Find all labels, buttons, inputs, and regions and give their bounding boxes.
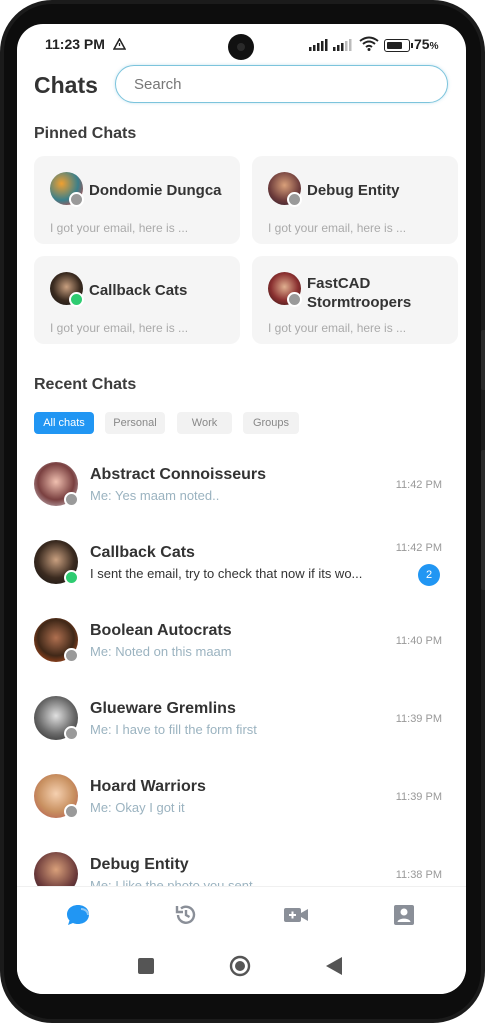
system-nav-bar (17, 944, 466, 994)
status-dot (64, 804, 79, 819)
phone-frame: 11:23 PM 75% Chats Search Pinned Chats D… (0, 0, 485, 1023)
front-camera (228, 34, 254, 60)
status-time: 11:23 PM (45, 36, 105, 52)
chat-name: Debug Entity (90, 856, 189, 873)
pinned-message: I got your email, here is ... (50, 221, 189, 235)
pinned-heading: Pinned Chats (34, 125, 137, 142)
chat-message: Me: Okay I got it (90, 800, 185, 815)
status-dot (287, 292, 302, 307)
chat-message: I sent the email, try to check that now … (90, 566, 363, 581)
status-dot-online (69, 292, 84, 307)
video-call-icon[interactable] (283, 903, 309, 932)
status-dot-online (64, 570, 79, 585)
filter-work[interactable]: Work (177, 412, 232, 434)
chat-name: Hoard Warriors (90, 778, 206, 795)
status-dot (287, 192, 302, 207)
chat-time: 11:39 PM (395, 713, 442, 725)
pinned-card[interactable]: Callback Cats I got your email, here is … (34, 256, 240, 344)
chat-time: 11:38 PM (395, 869, 442, 881)
filter-groups[interactable]: Groups (243, 412, 299, 434)
chat-bubble-icon[interactable] (65, 903, 91, 932)
signal-icon-2 (333, 38, 353, 56)
chat-time: 11:39 PM (395, 791, 442, 803)
recents-icon[interactable] (138, 958, 154, 979)
chat-time: 11:42 PM (395, 479, 442, 491)
signal-icon (309, 38, 329, 56)
alarm-icon (112, 37, 127, 55)
unread-badge: 2 (418, 564, 440, 586)
chat-row[interactable]: Hoard Warriors Me: Okay I got it 11:39 P… (34, 774, 444, 844)
chat-time: 11:40 PM (395, 635, 442, 647)
chat-row[interactable]: Boolean Autocrats Me: Noted on this maam… (34, 618, 444, 688)
status-bar: 11:23 PM 75% (17, 24, 466, 64)
status-dot (64, 492, 79, 507)
pinned-name: FastCAD Stormtroopers (307, 275, 412, 311)
tab-bar (17, 886, 466, 945)
battery-icon (384, 39, 413, 52)
contact-icon[interactable] (393, 903, 415, 932)
chat-name: Callback Cats (90, 544, 195, 561)
filter-all-chats[interactable]: All chats (34, 412, 94, 434)
filter-personal[interactable]: Personal (105, 412, 165, 434)
history-icon[interactable] (174, 903, 198, 932)
pinned-name: Callback Cats (89, 282, 188, 299)
chat-message: Me: Yes maam noted.. (90, 488, 220, 503)
pinned-message: I got your email, here is ... (268, 321, 407, 335)
screen: 11:23 PM 75% Chats Search Pinned Chats D… (17, 24, 466, 994)
pinned-card[interactable]: Dondomie Dungca I got your email, here i… (34, 156, 240, 244)
chat-row[interactable]: Abstract Connoisseurs Me: Yes maam noted… (34, 462, 444, 532)
status-dot (64, 648, 79, 663)
chat-name: Glueware Gremlins (90, 700, 236, 717)
chat-row[interactable]: Callback Cats I sent the email, try to c… (34, 540, 444, 610)
search-placeholder: Search (134, 76, 182, 93)
battery-level: 75% (414, 36, 439, 52)
home-icon[interactable] (229, 955, 251, 982)
page-title: Chats (34, 72, 98, 98)
back-icon[interactable] (326, 957, 342, 980)
pinned-card[interactable]: FastCAD Stormtroopers I got your email, … (252, 256, 458, 344)
pinned-name: Debug Entity (307, 182, 400, 199)
pinned-name: Dondomie Dungca (89, 182, 222, 199)
chat-message: Me: I have to fill the form first (90, 722, 257, 737)
pinned-message: I got your email, here is ... (268, 221, 407, 235)
power-button (481, 450, 485, 590)
status-dot (69, 192, 84, 207)
chat-message: Me: Noted on this maam (90, 644, 232, 659)
status-dot (64, 726, 79, 741)
search-input[interactable]: Search (115, 65, 448, 103)
chat-time: 11:42 PM (395, 542, 442, 554)
recent-heading: Recent Chats (34, 376, 137, 393)
chat-name: Boolean Autocrats (90, 622, 232, 639)
volume-button (481, 330, 485, 390)
pinned-message: I got your email, here is ... (50, 321, 189, 335)
wifi-icon (359, 36, 379, 56)
pinned-card[interactable]: Debug Entity I got your email, here is .… (252, 156, 458, 244)
chat-row[interactable]: Glueware Gremlins Me: I have to fill the… (34, 696, 444, 766)
chat-name: Abstract Connoisseurs (90, 466, 267, 483)
